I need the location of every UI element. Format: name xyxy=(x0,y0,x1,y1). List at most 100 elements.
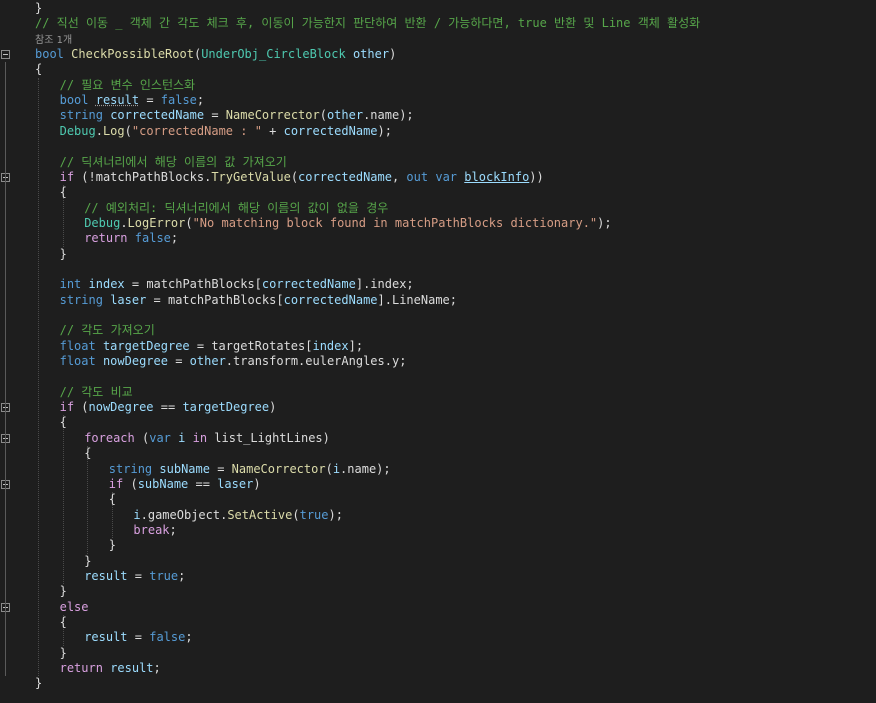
code-token: ; xyxy=(153,661,161,676)
code-token: { xyxy=(35,62,43,77)
code-token: .name); xyxy=(363,108,414,123)
code-token: == xyxy=(153,400,183,415)
code-line: // 각도 가져오기 xyxy=(60,323,155,338)
code-line: } xyxy=(35,1,42,16)
code-line: // 각도 비교 xyxy=(60,385,133,400)
code-token: ( xyxy=(123,476,138,491)
code-token: // 필요 변수 인스턴스화 xyxy=(59,77,196,92)
code-token: ( xyxy=(185,215,193,230)
code-token: = xyxy=(167,354,190,369)
code-token: correctedName xyxy=(110,108,205,123)
code-token: return xyxy=(59,661,103,676)
code-token: ( xyxy=(319,108,327,123)
code-line: float targetDegree = targetRotates[index… xyxy=(60,339,363,354)
code-token: if xyxy=(59,169,75,184)
code-line: } xyxy=(60,646,67,661)
code-token: true xyxy=(149,568,179,583)
code-token: bool xyxy=(59,93,89,108)
code-token: } xyxy=(59,645,67,660)
code-token: false xyxy=(134,231,171,246)
code-line: float nowDegree = other.transform.eulerA… xyxy=(60,354,407,369)
code-token: subName xyxy=(159,461,210,476)
fold-range-line xyxy=(5,62,6,677)
code-token: string xyxy=(108,461,153,476)
code-token: nowDegree xyxy=(88,400,154,415)
code-line: } xyxy=(60,247,67,262)
fold-gutter xyxy=(0,0,14,703)
code-token: ); xyxy=(597,215,612,230)
codelens-reference[interactable]: 참조 1개 xyxy=(35,32,72,47)
code-line: // 예외처리: 딕셔너리에서 해당 이름의 값이 없을 경우 xyxy=(84,201,388,216)
code-token: result xyxy=(95,93,140,108)
code-token: ) xyxy=(269,400,277,415)
code-token: blockInfo xyxy=(464,169,530,184)
code-token: 참조 1개 xyxy=(35,34,73,46)
code-token: ; xyxy=(185,630,193,645)
code-token: ; xyxy=(169,522,177,537)
code-token: NameCorrector xyxy=(231,461,326,476)
code-line: // 딕셔너리에서 해당 이름의 값 가져오기 xyxy=(60,155,287,170)
code-token: ( xyxy=(124,123,132,138)
code-token: int xyxy=(59,277,82,292)
code-token: LogError xyxy=(127,215,186,230)
code-token: . xyxy=(120,215,128,230)
code-token: targetDegree xyxy=(102,338,190,353)
fold-toggle-icon[interactable] xyxy=(1,50,10,60)
code-token: false xyxy=(160,93,197,108)
code-token: ; xyxy=(170,231,179,246)
code-token: index xyxy=(312,338,349,353)
code-token: break xyxy=(133,522,170,537)
code-line: { xyxy=(109,492,116,507)
code-line: string correctedName = NameCorrector(oth… xyxy=(60,108,414,123)
code-token: { xyxy=(84,446,92,461)
code-token: string xyxy=(59,108,103,123)
code-token: bool xyxy=(35,47,64,62)
code-line: foreach (var i in list_LightLines) xyxy=(84,431,330,446)
code-line: } xyxy=(109,538,116,553)
code-token: CheckPossibleRoot xyxy=(71,47,194,62)
code-line: { xyxy=(60,415,67,430)
code-token: ].LineName; xyxy=(377,292,457,307)
code-token: { xyxy=(108,492,117,507)
code-line: string laser = matchPathBlocks[corrected… xyxy=(60,293,457,308)
code-token: ( xyxy=(74,400,89,415)
code-line: result = false; xyxy=(84,630,192,645)
code-token: ); xyxy=(377,123,392,138)
code-editor[interactable]: }// 직선 이동 _ 객체 간 각도 체크 후, 이동이 가능한지 판단하여 … xyxy=(0,0,876,703)
code-line: { xyxy=(60,615,67,630)
code-token: correctedName xyxy=(261,277,356,292)
code-token: = xyxy=(139,93,161,108)
code-token: .name); xyxy=(340,461,391,476)
code-token: , xyxy=(391,169,407,184)
code-token: = matchPathBlocks[ xyxy=(124,277,262,292)
code-token: in xyxy=(192,430,208,445)
code-token: // 예외처리: 딕셔너리에서 해당 이름의 값이 없을 경우 xyxy=(84,200,389,215)
code-token: i xyxy=(332,461,341,476)
code-token: = xyxy=(127,630,150,645)
code-token: if xyxy=(59,400,75,415)
code-token: .gameObject. xyxy=(140,507,228,522)
indent-guide xyxy=(62,415,65,585)
code-token: UnderObj_CircleBlock xyxy=(201,47,346,62)
code-token: = xyxy=(127,568,150,583)
code-line: } xyxy=(84,554,91,569)
code-line: if (subName == laser) xyxy=(109,477,261,492)
code-line: Debug.Log("correctedName : " + corrected… xyxy=(60,124,392,139)
code-token: other xyxy=(189,354,226,369)
code-line: return false; xyxy=(84,231,178,246)
code-token: correctedName xyxy=(283,292,378,307)
code-token: ( xyxy=(290,169,299,184)
code-token: Debug xyxy=(59,123,96,138)
code-token: ]; xyxy=(348,338,364,353)
code-token: false xyxy=(149,630,186,645)
code-token: ( xyxy=(292,507,300,522)
code-token: float xyxy=(59,354,96,369)
code-line: string subName = NameCorrector(i.name); xyxy=(109,462,391,477)
code-token: (!matchPathBlocks. xyxy=(74,169,212,184)
code-token: correctedName xyxy=(298,169,392,184)
